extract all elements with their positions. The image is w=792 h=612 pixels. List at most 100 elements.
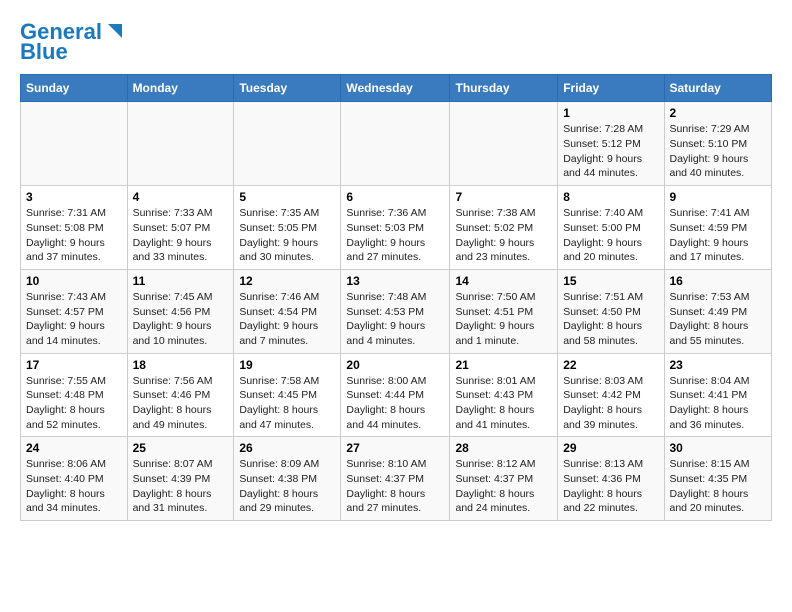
day-detail: Sunrise: 7:41 AM Sunset: 4:59 PM Dayligh… xyxy=(670,206,767,265)
header: General Blue xyxy=(20,20,772,64)
calendar-cell: 26Sunrise: 8:09 AM Sunset: 4:38 PM Dayli… xyxy=(234,437,341,521)
day-detail: Sunrise: 8:01 AM Sunset: 4:43 PM Dayligh… xyxy=(455,374,552,433)
calendar-cell xyxy=(127,102,234,186)
calendar-cell xyxy=(341,102,450,186)
calendar-cell: 23 Sunrise: 8:04 AM Sunset: 4:41 PM Dayli… xyxy=(664,353,772,437)
day-detail: Sunrise: 7:29 AM Sunset: 5:10 PM Dayligh… xyxy=(670,122,767,181)
day-header-saturday: Saturday xyxy=(664,75,772,102)
day-header-sunday: Sunday xyxy=(21,75,128,102)
day-detail: Sunrise: 7:48 AM Sunset: 4:53 PM Dayligh… xyxy=(346,290,444,349)
calendar-cell: 12 Sunrise: 7:46 AM Sunset: 4:54 PM Dayli… xyxy=(234,269,341,353)
day-detail: Sunrise: 7:35 AM Sunset: 5:05 PM Dayligh… xyxy=(239,206,335,265)
day-number: 4 xyxy=(133,190,229,204)
calendar-cell xyxy=(234,102,341,186)
calendar-cell: 6 Sunrise: 7:36 AM Sunset: 5:03 PM Daylig… xyxy=(341,186,450,270)
calendar-cell: 29Sunrise: 8:13 AM Sunset: 4:36 PM Dayli… xyxy=(558,437,664,521)
calendar-cell: 11Sunrise: 7:45 AM Sunset: 4:56 PM Dayli… xyxy=(127,269,234,353)
calendar-cell: 20 Sunrise: 8:00 AM Sunset: 4:44 PM Dayli… xyxy=(341,353,450,437)
calendar-cell: 9Sunrise: 7:41 AM Sunset: 4:59 PM Daylig… xyxy=(664,186,772,270)
calendar-cell xyxy=(21,102,128,186)
day-detail: Sunrise: 8:03 AM Sunset: 4:42 PM Dayligh… xyxy=(563,374,658,433)
calendar-cell: 19 Sunrise: 7:58 AM Sunset: 4:45 PM Dayli… xyxy=(234,353,341,437)
calendar-cell: 22 Sunrise: 8:03 AM Sunset: 4:42 PM Dayli… xyxy=(558,353,664,437)
day-number: 10 xyxy=(26,274,122,288)
day-number: 22 xyxy=(563,358,658,372)
calendar-header: SundayMondayTuesdayWednesdayThursdayFrid… xyxy=(21,75,772,102)
day-number: 15 xyxy=(563,274,658,288)
calendar-cell: 24 Sunrise: 8:06 AM Sunset: 4:40 PM Dayli… xyxy=(21,437,128,521)
day-detail: Sunrise: 7:58 AM Sunset: 4:45 PM Dayligh… xyxy=(239,374,335,433)
day-detail: Sunrise: 7:36 AM Sunset: 5:03 PM Dayligh… xyxy=(346,206,444,265)
calendar-cell: 30 Sunrise: 8:15 AM Sunset: 4:35 PM Dayli… xyxy=(664,437,772,521)
logo-arrow-icon xyxy=(104,22,124,42)
day-detail: Sunrise: 7:28 AM Sunset: 5:12 PM Dayligh… xyxy=(563,122,658,181)
calendar-cell: 14Sunrise: 7:50 AM Sunset: 4:51 PM Dayli… xyxy=(450,269,558,353)
week-row-4: 17 Sunrise: 7:55 AM Sunset: 4:48 PM Dayli… xyxy=(21,353,772,437)
calendar-cell: 3Sunrise: 7:31 AM Sunset: 5:08 PM Daylig… xyxy=(21,186,128,270)
day-detail: Sunrise: 7:43 AM Sunset: 4:57 PM Dayligh… xyxy=(26,290,122,349)
day-detail: Sunrise: 8:04 AM Sunset: 4:41 PM Dayligh… xyxy=(670,374,767,433)
day-detail: Sunrise: 7:51 AM Sunset: 4:50 PM Dayligh… xyxy=(563,290,658,349)
day-detail: Sunrise: 7:40 AM Sunset: 5:00 PM Dayligh… xyxy=(563,206,658,265)
day-number: 12 xyxy=(239,274,335,288)
calendar-cell: 17 Sunrise: 7:55 AM Sunset: 4:48 PM Dayli… xyxy=(21,353,128,437)
day-number: 27 xyxy=(346,441,444,455)
logo: General Blue xyxy=(20,20,124,64)
day-detail: Sunrise: 7:38 AM Sunset: 5:02 PM Dayligh… xyxy=(455,206,552,265)
calendar-body: 1 Sunrise: 7:28 AM Sunset: 5:12 PM Daylig… xyxy=(21,102,772,521)
day-detail: Sunrise: 7:45 AM Sunset: 4:56 PM Dayligh… xyxy=(133,290,229,349)
day-number: 23 xyxy=(670,358,767,372)
day-header-monday: Monday xyxy=(127,75,234,102)
day-number: 30 xyxy=(670,441,767,455)
calendar-cell: 2 Sunrise: 7:29 AM Sunset: 5:10 PM Daylig… xyxy=(664,102,772,186)
day-header-friday: Friday xyxy=(558,75,664,102)
day-detail: Sunrise: 7:33 AM Sunset: 5:07 PM Dayligh… xyxy=(133,206,229,265)
calendar-cell: 5Sunrise: 7:35 AM Sunset: 5:05 PM Daylig… xyxy=(234,186,341,270)
day-detail: Sunrise: 8:10 AM Sunset: 4:37 PM Dayligh… xyxy=(346,457,444,516)
day-number: 6 xyxy=(346,190,444,204)
week-row-1: 1 Sunrise: 7:28 AM Sunset: 5:12 PM Daylig… xyxy=(21,102,772,186)
day-detail: Sunrise: 7:50 AM Sunset: 4:51 PM Dayligh… xyxy=(455,290,552,349)
day-number: 7 xyxy=(455,190,552,204)
calendar-cell: 21 Sunrise: 8:01 AM Sunset: 4:43 PM Dayli… xyxy=(450,353,558,437)
calendar-table: SundayMondayTuesdayWednesdayThursdayFrid… xyxy=(20,74,772,521)
day-detail: Sunrise: 8:09 AM Sunset: 4:38 PM Dayligh… xyxy=(239,457,335,516)
day-detail: Sunrise: 7:46 AM Sunset: 4:54 PM Dayligh… xyxy=(239,290,335,349)
day-header-tuesday: Tuesday xyxy=(234,75,341,102)
calendar-cell: 15 Sunrise: 7:51 AM Sunset: 4:50 PM Dayli… xyxy=(558,269,664,353)
calendar-cell: 8 Sunrise: 7:40 AM Sunset: 5:00 PM Daylig… xyxy=(558,186,664,270)
week-row-2: 3Sunrise: 7:31 AM Sunset: 5:08 PM Daylig… xyxy=(21,186,772,270)
day-header-wednesday: Wednesday xyxy=(341,75,450,102)
day-number: 25 xyxy=(133,441,229,455)
week-row-3: 10 Sunrise: 7:43 AM Sunset: 4:57 PM Dayli… xyxy=(21,269,772,353)
day-number: 17 xyxy=(26,358,122,372)
calendar-cell: 16Sunrise: 7:53 AM Sunset: 4:49 PM Dayli… xyxy=(664,269,772,353)
day-number: 28 xyxy=(455,441,552,455)
calendar-cell xyxy=(450,102,558,186)
day-number: 20 xyxy=(346,358,444,372)
calendar-cell: 18Sunrise: 7:56 AM Sunset: 4:46 PM Dayli… xyxy=(127,353,234,437)
logo-blue: Blue xyxy=(20,40,68,64)
day-number: 18 xyxy=(133,358,229,372)
day-number: 24 xyxy=(26,441,122,455)
day-number: 1 xyxy=(563,106,658,120)
week-row-5: 24 Sunrise: 8:06 AM Sunset: 4:40 PM Dayli… xyxy=(21,437,772,521)
day-number: 8 xyxy=(563,190,658,204)
day-detail: Sunrise: 8:12 AM Sunset: 4:37 PM Dayligh… xyxy=(455,457,552,516)
day-number: 21 xyxy=(455,358,552,372)
calendar-cell: 10 Sunrise: 7:43 AM Sunset: 4:57 PM Dayli… xyxy=(21,269,128,353)
calendar-cell: 7 Sunrise: 7:38 AM Sunset: 5:02 PM Daylig… xyxy=(450,186,558,270)
day-number: 16 xyxy=(670,274,767,288)
calendar-cell: 28 Sunrise: 8:12 AM Sunset: 4:37 PM Dayli… xyxy=(450,437,558,521)
day-detail: Sunrise: 8:00 AM Sunset: 4:44 PM Dayligh… xyxy=(346,374,444,433)
day-detail: Sunrise: 7:31 AM Sunset: 5:08 PM Dayligh… xyxy=(26,206,122,265)
day-number: 13 xyxy=(346,274,444,288)
day-number: 2 xyxy=(670,106,767,120)
day-detail: Sunrise: 8:15 AM Sunset: 4:35 PM Dayligh… xyxy=(670,457,767,516)
day-detail: Sunrise: 7:55 AM Sunset: 4:48 PM Dayligh… xyxy=(26,374,122,433)
day-header-thursday: Thursday xyxy=(450,75,558,102)
day-number: 19 xyxy=(239,358,335,372)
day-detail: Sunrise: 8:06 AM Sunset: 4:40 PM Dayligh… xyxy=(26,457,122,516)
calendar-cell: 1 Sunrise: 7:28 AM Sunset: 5:12 PM Daylig… xyxy=(558,102,664,186)
day-detail: Sunrise: 8:13 AM Sunset: 4:36 PM Dayligh… xyxy=(563,457,658,516)
